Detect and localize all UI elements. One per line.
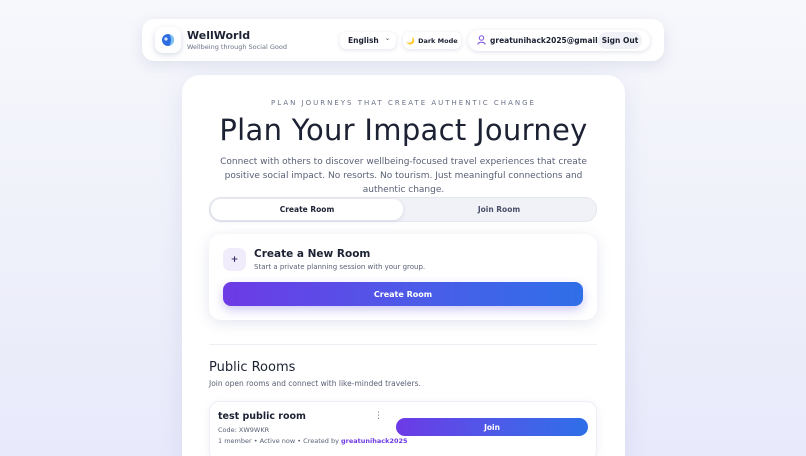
create-room-card [209, 234, 597, 320]
user-icon [477, 35, 486, 45]
section-divider [209, 344, 597, 345]
hero-eyebrow: PLAN JOURNEYS THAT CREATE AUTHENTIC CHAN… [271, 99, 536, 107]
room-meta: 1 member • Active now • Created by great… [218, 437, 408, 445]
brand-subtitle: Wellbeing through Social Good [187, 43, 287, 51]
room-creator: greatunihack2025 [341, 437, 408, 445]
tab-create-room[interactable]: Create Room [211, 199, 403, 220]
create-room-button[interactable]: Create Room [223, 282, 583, 306]
chevron-down-icon: ⌄ [384, 35, 390, 42]
join-room-button[interactable]: Join [396, 418, 588, 436]
language-select[interactable]: English ⌄ [340, 32, 396, 49]
room-code: Code: XW9WKR [218, 426, 270, 434]
brand-title: WellWorld [187, 29, 251, 42]
more-options-icon[interactable]: ⋮ [374, 411, 383, 421]
sign-out-button[interactable]: Sign Out [598, 32, 642, 49]
create-room-title: Create a New Room [254, 248, 371, 260]
language-value: English [348, 36, 379, 45]
globe-logo-icon [162, 34, 174, 46]
app-logo[interactable] [155, 27, 181, 53]
create-room-subtitle: Start a private planning session with yo… [254, 263, 426, 271]
public-rooms-title: Public Rooms [209, 360, 296, 375]
dark-mode-label: Dark Mode [418, 36, 458, 45]
hero-subtitle: Connect with others to discover wellbein… [220, 157, 587, 195]
page-title: Plan Your Impact Journey [219, 113, 588, 147]
public-rooms-subtitle: Join open rooms and connect with like-mi… [209, 379, 421, 388]
moon-icon: 🌙 [406, 36, 416, 45]
plus-icon: + [223, 248, 246, 271]
dark-mode-button[interactable]: 🌙 Dark Mode [403, 32, 461, 49]
room-name: test public room [218, 411, 306, 422]
room-meta-text: 1 member • Active now • Created by [218, 437, 342, 445]
tab-join-room[interactable]: Join Room [403, 199, 595, 220]
